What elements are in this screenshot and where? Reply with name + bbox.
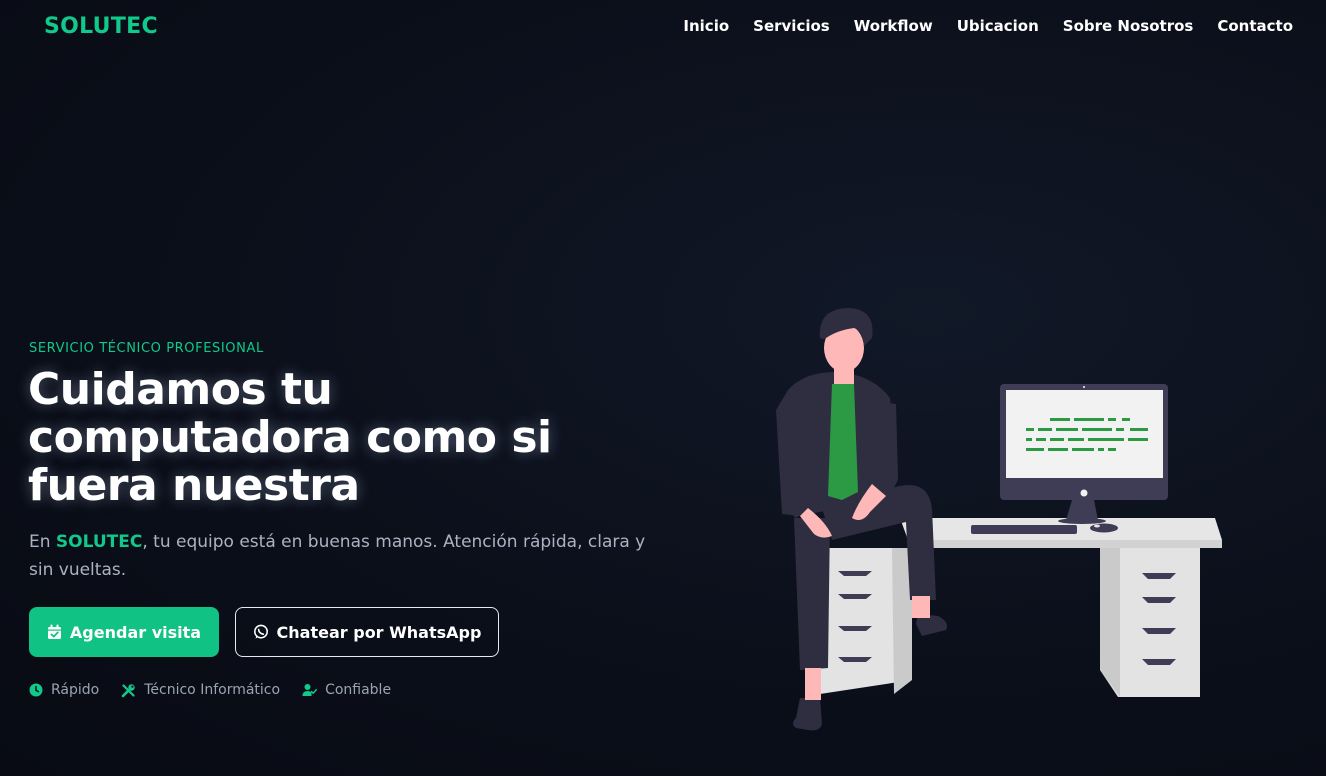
nav-servicios[interactable]: Servicios bbox=[753, 17, 830, 35]
feature-tecnico: Técnico Informático bbox=[121, 682, 280, 698]
nav-contacto[interactable]: Contacto bbox=[1217, 17, 1293, 35]
hero-headline: Cuidamos tu computadora como si fuera nu… bbox=[28, 366, 648, 510]
shirt bbox=[828, 384, 858, 500]
hero-illustration bbox=[776, 308, 1222, 731]
feature-list: Rápido Técnico Informático Confiable bbox=[29, 682, 391, 698]
logo[interactable]: SOLUTEC bbox=[44, 14, 158, 39]
feature-label: Técnico Informático bbox=[144, 682, 281, 698]
main-nav: Inicio Servicios Workflow Ubicacion Sobr… bbox=[683, 17, 1293, 35]
left-shoe bbox=[793, 698, 822, 731]
hero-eyebrow: SERVICIO TÉCNICO PROFESIONAL bbox=[29, 341, 264, 356]
subtext-prefix: En bbox=[29, 532, 56, 552]
headline-line-1: Cuidamos tu bbox=[28, 364, 333, 415]
clock-icon bbox=[29, 683, 43, 697]
user-check-icon bbox=[302, 683, 318, 697]
whatsapp-chat-button[interactable]: Chatear por WhatsApp bbox=[235, 607, 499, 657]
schedule-visit-label: Agendar visita bbox=[69, 622, 202, 642]
tools-icon bbox=[121, 683, 136, 698]
hero-subtext: En SOLUTEC, tu equipo está en buenas man… bbox=[29, 528, 649, 584]
subtext-brand: SOLUTEC bbox=[55, 532, 143, 552]
site-header: SOLUTEC Inicio Servicios Workflow Ubicac… bbox=[0, 0, 1326, 52]
monitor-stand bbox=[1066, 500, 1098, 520]
feature-rapido: Rápido bbox=[29, 682, 99, 698]
whatsapp-icon bbox=[253, 624, 269, 640]
headline-line-3: fuera nuestra bbox=[28, 460, 360, 511]
nav-workflow[interactable]: Workflow bbox=[854, 17, 933, 35]
headline-line-2: computadora como si bbox=[28, 412, 552, 463]
schedule-visit-button[interactable]: Agendar visita bbox=[29, 607, 219, 657]
monitor-screen bbox=[1006, 390, 1163, 478]
nav-ubicacion[interactable]: Ubicacion bbox=[957, 17, 1039, 35]
mouse bbox=[1090, 523, 1118, 533]
whatsapp-chat-label: Chatear por WhatsApp bbox=[276, 622, 482, 642]
calendar-check-icon bbox=[47, 624, 62, 640]
feature-confiable: Confiable bbox=[302, 682, 391, 698]
left-leg bbox=[794, 518, 830, 670]
nav-sobre-nosotros[interactable]: Sobre Nosotros bbox=[1063, 17, 1194, 35]
feature-label: Confiable bbox=[325, 682, 392, 698]
feature-label: Rápido bbox=[51, 682, 100, 698]
keyboard bbox=[971, 525, 1077, 534]
desk-edge bbox=[908, 540, 1222, 548]
nav-inicio[interactable]: Inicio bbox=[683, 17, 729, 35]
